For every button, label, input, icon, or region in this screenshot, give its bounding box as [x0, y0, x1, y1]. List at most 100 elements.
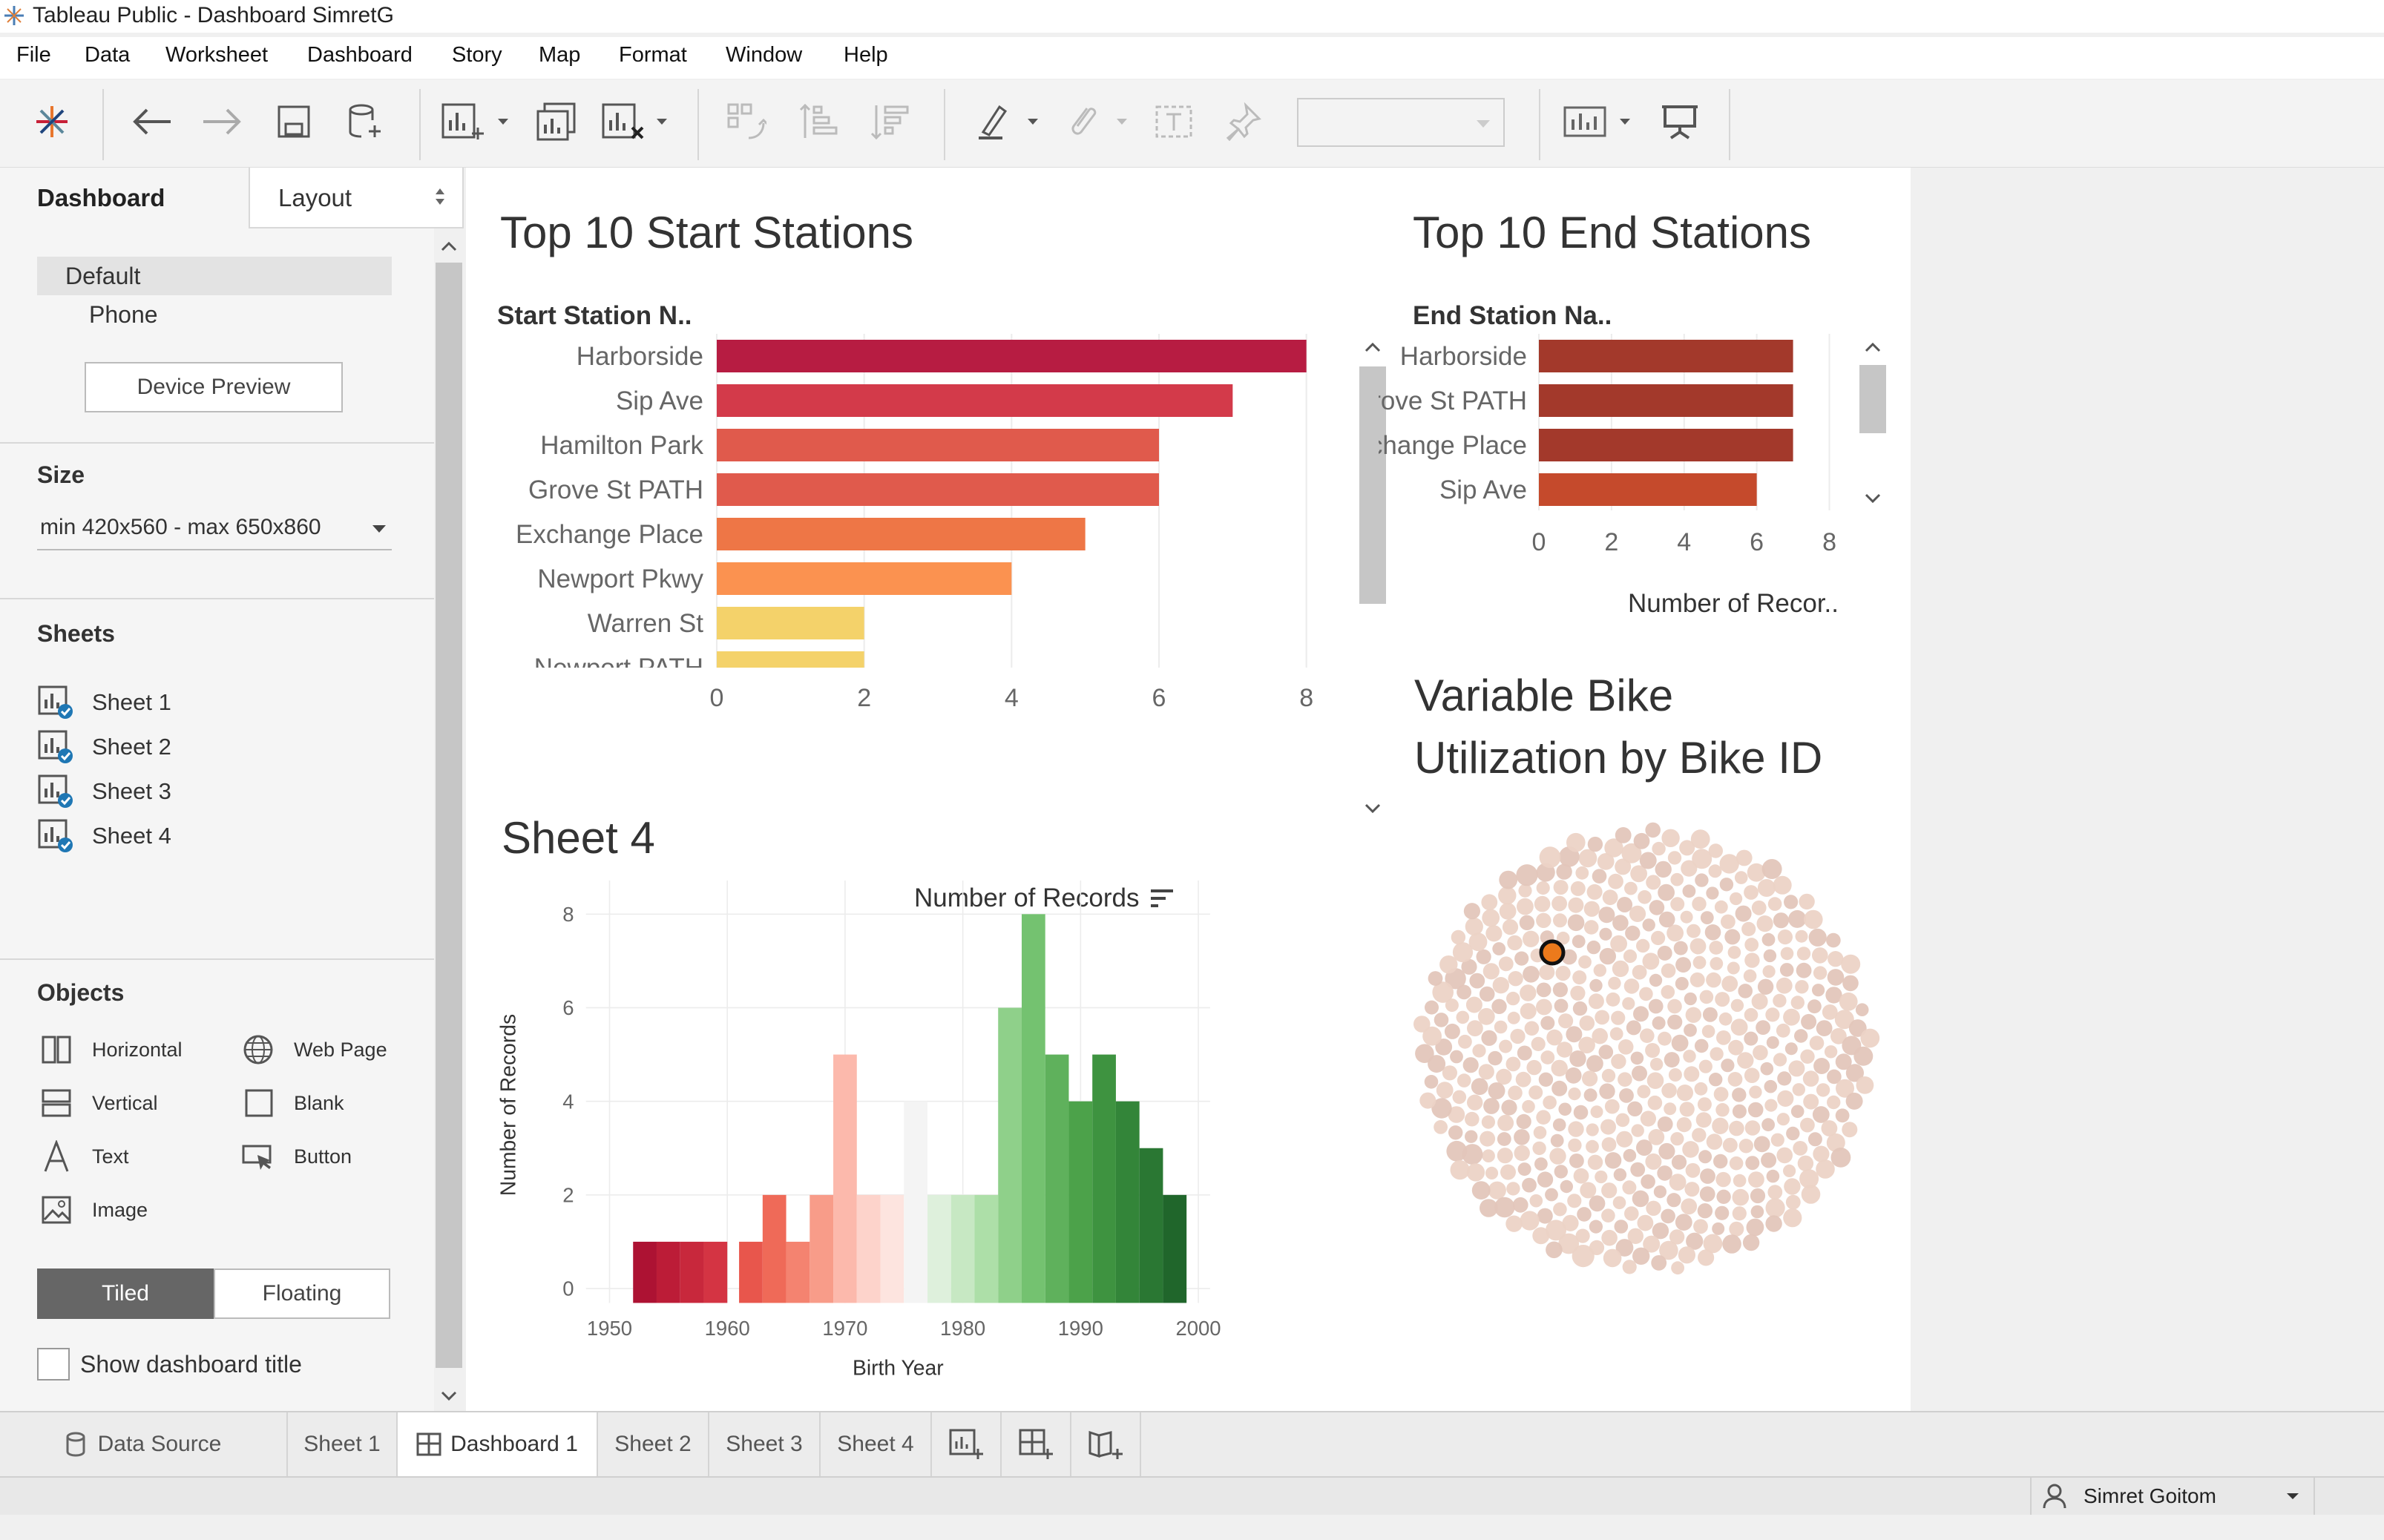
bike-circle[interactable]: [1816, 1159, 1835, 1179]
bike-circle[interactable]: [1652, 1016, 1666, 1030]
bike-circle[interactable]: [1813, 1058, 1830, 1074]
new-story-tab-button[interactable]: [1071, 1412, 1141, 1476]
bike-circle[interactable]: [1466, 1163, 1485, 1182]
bike-circle[interactable]: [1609, 1027, 1623, 1041]
bike-circle[interactable]: [1671, 1261, 1684, 1275]
user-menu[interactable]: Simret Goitom: [2030, 1478, 2315, 1515]
histogram-bar[interactable]: [633, 1241, 657, 1303]
bike-circle[interactable]: [1610, 935, 1627, 952]
bike-circle[interactable]: [1568, 1138, 1582, 1153]
bike-circle[interactable]: [1687, 924, 1701, 938]
bike-circle[interactable]: [1573, 1105, 1589, 1120]
bike-circle[interactable]: [1751, 900, 1767, 915]
bike-circle[interactable]: [1695, 873, 1709, 887]
bike-circle[interactable]: [1827, 969, 1845, 986]
bike-circle[interactable]: [1618, 1039, 1634, 1055]
bike-circle[interactable]: [1434, 1013, 1449, 1027]
bike-circle[interactable]: [1506, 1182, 1520, 1196]
bike-circle[interactable]: [1512, 1197, 1528, 1213]
bike-circle[interactable]: [1600, 1119, 1616, 1135]
bike-circle[interactable]: [1796, 962, 1812, 978]
bike-circle[interactable]: [1679, 1102, 1695, 1117]
bike-circle[interactable]: [1780, 947, 1794, 961]
bike-circle[interactable]: [1568, 1087, 1581, 1101]
bike-circle[interactable]: [1498, 956, 1514, 972]
bike-circle[interactable]: [1860, 1028, 1880, 1048]
bike-circle[interactable]: [1529, 1194, 1543, 1208]
bike-circle[interactable]: [1479, 986, 1495, 1002]
tab-layout[interactable]: Layout: [249, 168, 464, 228]
bike-circle[interactable]: [1661, 985, 1675, 999]
tab-sheet-4[interactable]: Sheet 4: [821, 1412, 932, 1476]
bike-circle[interactable]: [1756, 915, 1773, 932]
histogram-bar[interactable]: [904, 1101, 928, 1303]
bike-circle[interactable]: [1664, 1102, 1677, 1116]
bike-circle[interactable]: [1536, 1110, 1551, 1125]
bike-circle[interactable]: [1593, 964, 1606, 977]
bike-circle[interactable]: [1676, 1117, 1692, 1133]
bike-circle[interactable]: [1646, 875, 1661, 890]
bike-circle[interactable]: [1699, 1186, 1715, 1202]
bike-circle[interactable]: [1623, 1148, 1637, 1162]
bike-circle[interactable]: [1773, 1053, 1787, 1067]
bike-circle[interactable]: [1722, 1137, 1738, 1153]
bike-circle[interactable]: [1842, 1122, 1858, 1138]
bike-circle[interactable]: [1636, 938, 1650, 953]
bar[interactable]: [1539, 429, 1793, 461]
histogram-bar[interactable]: [810, 1194, 834, 1303]
bike-circle[interactable]: [1450, 1050, 1463, 1064]
bike-circle[interactable]: [1724, 929, 1741, 945]
bike-circle[interactable]: [1580, 1182, 1597, 1199]
bike-circle[interactable]: [1744, 952, 1760, 968]
bike-circle[interactable]: [1545, 1188, 1558, 1202]
bike-circle[interactable]: [1589, 1195, 1606, 1212]
bike-circle[interactable]: [1566, 832, 1586, 852]
bike-circle[interactable]: [1566, 1026, 1583, 1043]
bike-circle[interactable]: [1657, 1165, 1672, 1181]
bike-circle[interactable]: [1655, 861, 1672, 878]
show-cards-dropdown-icon[interactable]: [1612, 99, 1638, 144]
bike-circle[interactable]: [1757, 978, 1774, 995]
bike-circle[interactable]: [1588, 993, 1604, 1010]
bike-circle[interactable]: [1715, 1171, 1731, 1188]
bike-circle[interactable]: [1567, 914, 1585, 932]
bike-circle[interactable]: [1718, 1012, 1733, 1026]
bike-circle[interactable]: [1763, 949, 1777, 963]
bike-circle[interactable]: [1690, 938, 1707, 955]
bike-circle[interactable]: [1767, 1185, 1783, 1200]
bike-circle[interactable]: [1800, 1117, 1815, 1133]
menu-worksheet[interactable]: Worksheet: [165, 43, 268, 68]
bike-circle[interactable]: [1649, 973, 1663, 987]
bike-circle[interactable]: [1507, 1011, 1520, 1024]
bike-circle[interactable]: [1737, 1052, 1754, 1069]
bike-circle[interactable]: [1766, 1036, 1779, 1049]
bike-circle[interactable]: [1657, 945, 1672, 961]
bike-circle[interactable]: [1712, 1222, 1725, 1235]
bike-circle[interactable]: [1510, 1028, 1526, 1044]
bike-circle[interactable]: [1667, 998, 1682, 1014]
bike-circle[interactable]: [1835, 1108, 1850, 1123]
bike-circle[interactable]: [1507, 935, 1523, 951]
bike-circle[interactable]: [1586, 940, 1601, 955]
bike-circle[interactable]: [1589, 978, 1603, 993]
object-image[interactable]: Image: [37, 1191, 148, 1228]
bike-circle[interactable]: [1670, 872, 1684, 886]
bike-circle[interactable]: [1785, 1194, 1801, 1210]
bike-circle[interactable]: [1645, 822, 1661, 838]
bike-circle[interactable]: [1744, 1120, 1761, 1136]
bike-circle[interactable]: [1766, 1169, 1780, 1183]
bike-circle[interactable]: [1708, 864, 1722, 878]
bike-circle[interactable]: [1639, 987, 1653, 1001]
save-icon[interactable]: [272, 99, 316, 144]
bike-circle[interactable]: [1505, 1056, 1521, 1072]
bike-circle[interactable]: [1760, 1062, 1774, 1076]
bike-circle[interactable]: [1572, 935, 1586, 948]
tab-data-source[interactable]: Data Source: [0, 1412, 288, 1476]
bike-circle[interactable]: [1536, 912, 1551, 928]
histogram-bar[interactable]: [762, 1194, 787, 1303]
sheet-item[interactable]: Sheet 1: [37, 684, 171, 721]
bike-circle[interactable]: [1550, 1133, 1564, 1148]
bike-circle[interactable]: [1721, 914, 1736, 929]
bike-circle[interactable]: [1732, 1188, 1750, 1206]
bike-circle[interactable]: [1553, 913, 1567, 928]
